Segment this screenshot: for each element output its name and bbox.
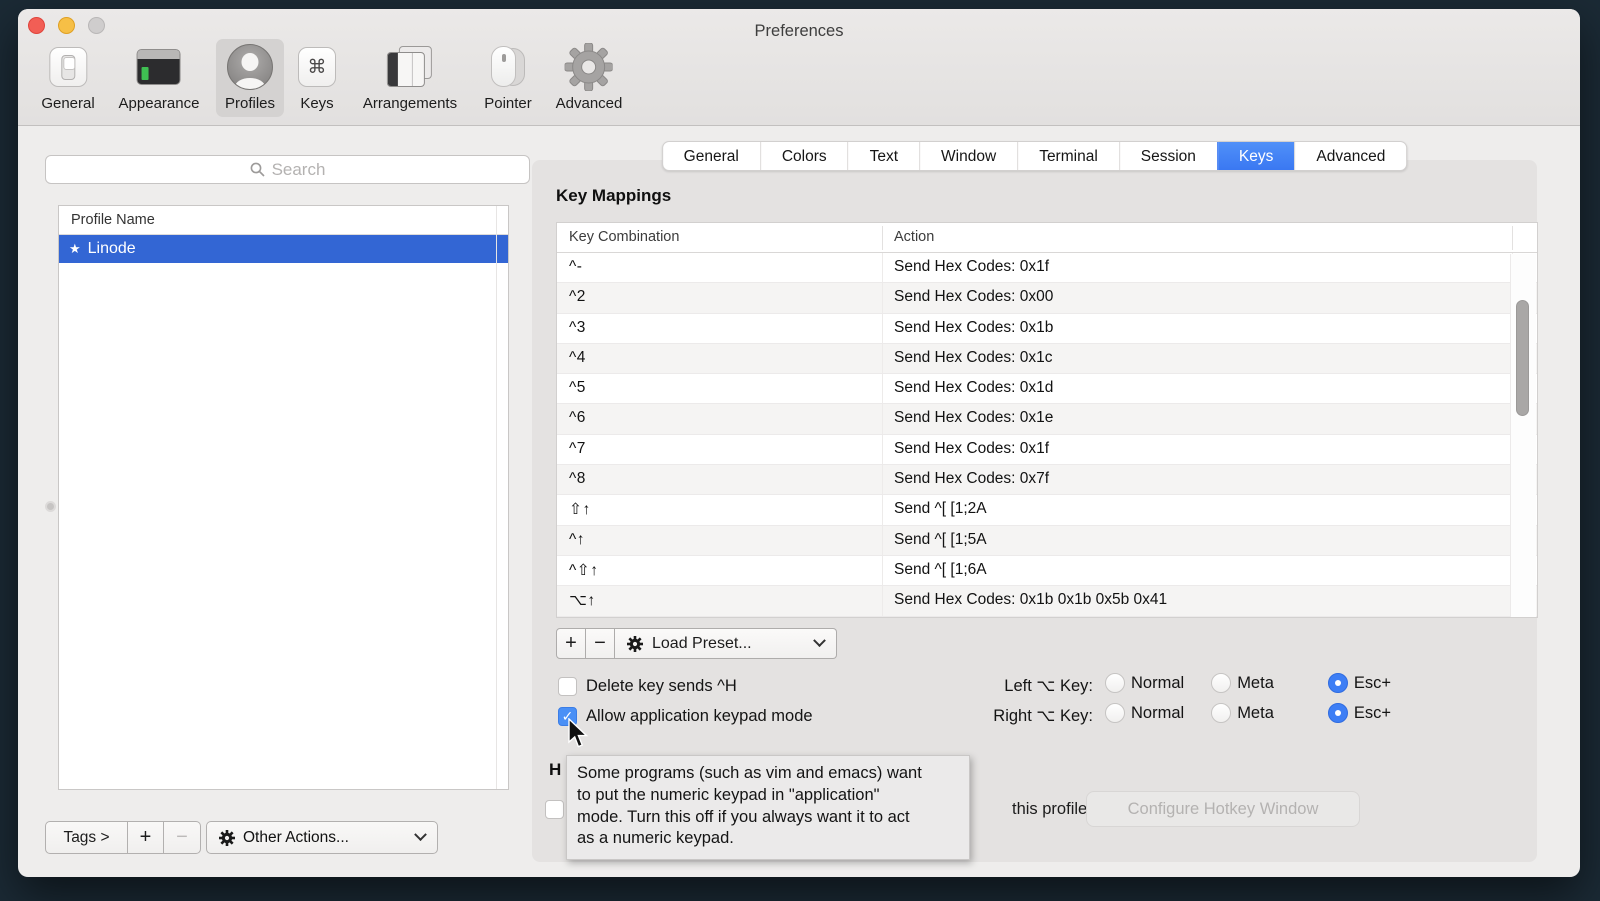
gear-icon xyxy=(219,830,235,846)
toolbar-item-profiles[interactable]: Profiles xyxy=(216,39,284,117)
tab-window[interactable]: Window xyxy=(919,142,1017,170)
other-actions-dropdown[interactable]: Other Actions... xyxy=(206,821,438,854)
splitter-handle[interactable] xyxy=(45,501,56,512)
key-mappings-table: Key Combination Action ^-Send Hex Codes:… xyxy=(556,222,1538,618)
col-key-combination: Key Combination xyxy=(569,229,679,245)
table-row[interactable]: ^↑Send ^[ [1;5A xyxy=(557,526,1537,556)
right-option-key-group: Normal Meta Esc+ xyxy=(1105,703,1391,723)
table-header: Key Combination Action xyxy=(557,223,1537,253)
table-row[interactable]: ^2Send Hex Codes: 0x00 xyxy=(557,283,1537,313)
toolbar-item-keys[interactable]: ⌘ Keys xyxy=(284,39,350,117)
gear-icon xyxy=(565,43,613,91)
tab-colors[interactable]: Colors xyxy=(760,142,848,170)
chevron-down-icon xyxy=(414,828,427,841)
profile-tabbar: General Colors Text Window Terminal Sess… xyxy=(662,141,1408,171)
preferences-window: Preferences General Appearance Profiles … xyxy=(18,9,1580,877)
right-option-key-label: Right ⌥ Key: xyxy=(932,706,1093,726)
tags-button[interactable]: Tags > xyxy=(45,821,128,854)
hotkey-checkbox[interactable] xyxy=(545,800,564,819)
chevron-down-icon xyxy=(813,634,826,647)
remove-profile-button[interactable]: − xyxy=(164,821,201,854)
left-meta-radio[interactable] xyxy=(1211,673,1231,693)
table-body: ^-Send Hex Codes: 0x1f ^2Send Hex Codes:… xyxy=(557,253,1537,617)
tab-keys[interactable]: Keys xyxy=(1217,142,1294,170)
toolbar-item-general[interactable]: General xyxy=(32,39,103,117)
titlebar-toolbar: Preferences General Appearance Profiles … xyxy=(18,9,1580,126)
toolbar-item-arrangements[interactable]: Arrangements xyxy=(354,39,466,117)
toolbar-item-appearance[interactable]: Appearance xyxy=(110,39,209,117)
load-preset-dropdown[interactable]: Load Preset... xyxy=(615,628,837,659)
left-esc-radio[interactable] xyxy=(1328,673,1348,693)
add-profile-button[interactable]: + xyxy=(128,821,164,854)
tab-advanced[interactable]: Advanced xyxy=(1294,142,1406,170)
scrollbar-thumb[interactable] xyxy=(1516,300,1529,416)
table-row[interactable]: ^3Send Hex Codes: 0x1b xyxy=(557,314,1537,344)
profile-list: Profile Name ★ Linode xyxy=(58,205,509,790)
tab-session[interactable]: Session xyxy=(1119,142,1217,170)
table-row[interactable]: ^6Send Hex Codes: 0x1e xyxy=(557,404,1537,434)
mapping-actions-bar: + − Load Preset... xyxy=(556,628,837,659)
tab-text[interactable]: Text xyxy=(848,142,919,170)
right-normal-radio[interactable] xyxy=(1105,703,1125,723)
table-row[interactable]: ^8Send Hex Codes: 0x7f xyxy=(557,465,1537,495)
appearance-icon xyxy=(135,43,183,91)
left-normal-radio[interactable] xyxy=(1105,673,1125,693)
column-divider xyxy=(496,206,497,789)
hotkey-profile-text-fragment: this profile. xyxy=(1012,800,1092,819)
table-row[interactable]: ^-Send Hex Codes: 0x1f xyxy=(557,253,1537,283)
command-key-icon: ⌘ xyxy=(293,43,341,91)
left-option-key-group: Normal Meta Esc+ xyxy=(1105,673,1391,693)
default-profile-star-icon: ★ xyxy=(69,241,81,257)
tab-general[interactable]: General xyxy=(663,142,760,170)
search-placeholder: Search xyxy=(272,160,326,180)
mouse-icon xyxy=(484,43,532,91)
arrangements-icon xyxy=(386,43,434,91)
toolbar-item-pointer[interactable]: Pointer xyxy=(475,39,541,117)
add-mapping-button[interactable]: + xyxy=(556,628,586,659)
table-row[interactable]: ⌥↑Send Hex Codes: 0x1b 0x1b 0x5b 0x41 xyxy=(557,586,1537,616)
col-action: Action xyxy=(894,229,934,245)
profiles-icon xyxy=(226,43,274,91)
table-row[interactable]: ^⇧↑Send ^[ [1;6A xyxy=(557,556,1537,586)
mouse-cursor xyxy=(566,718,591,757)
tab-terminal[interactable]: Terminal xyxy=(1017,142,1119,170)
configure-hotkey-window-button[interactable]: Configure Hotkey Window xyxy=(1086,791,1360,827)
search-input[interactable]: Search xyxy=(45,155,530,184)
profile-detail-panel: General Colors Text Window Terminal Sess… xyxy=(532,160,1537,862)
table-row[interactable]: ⇧↑Send ^[ [1;2A xyxy=(557,495,1537,525)
profile-row-linode[interactable]: ★ Linode xyxy=(59,235,508,263)
key-mappings-heading: Key Mappings xyxy=(556,186,671,206)
scrollbar-track[interactable] xyxy=(1510,254,1536,617)
table-row[interactable]: ^5Send Hex Codes: 0x1d xyxy=(557,374,1537,404)
hotkey-heading-fragment: H xyxy=(549,760,561,780)
search-icon xyxy=(250,162,265,177)
toolbar-item-advanced[interactable]: Advanced xyxy=(547,39,632,117)
gear-icon xyxy=(627,636,643,652)
table-row[interactable]: ^4Send Hex Codes: 0x1c xyxy=(557,344,1537,374)
profile-name: Linode xyxy=(88,240,136,258)
keypad-mode-option: ✓ Allow application keypad mode xyxy=(558,707,813,726)
general-icon xyxy=(44,43,92,91)
left-option-key-label: Left ⌥ Key: xyxy=(932,676,1093,696)
right-esc-radio[interactable] xyxy=(1328,703,1348,723)
delete-key-checkbox[interactable] xyxy=(558,677,577,696)
table-row[interactable]: ^7Send Hex Codes: 0x1f xyxy=(557,435,1537,465)
keypad-tooltip: Some programs (such as vim and emacs) wa… xyxy=(566,755,970,860)
remove-mapping-button[interactable]: − xyxy=(586,628,615,659)
profile-list-header[interactable]: Profile Name xyxy=(59,206,508,235)
right-meta-radio[interactable] xyxy=(1211,703,1231,723)
profile-list-footer: Tags > + − xyxy=(45,821,201,854)
delete-key-option: Delete key sends ^H xyxy=(558,677,737,696)
